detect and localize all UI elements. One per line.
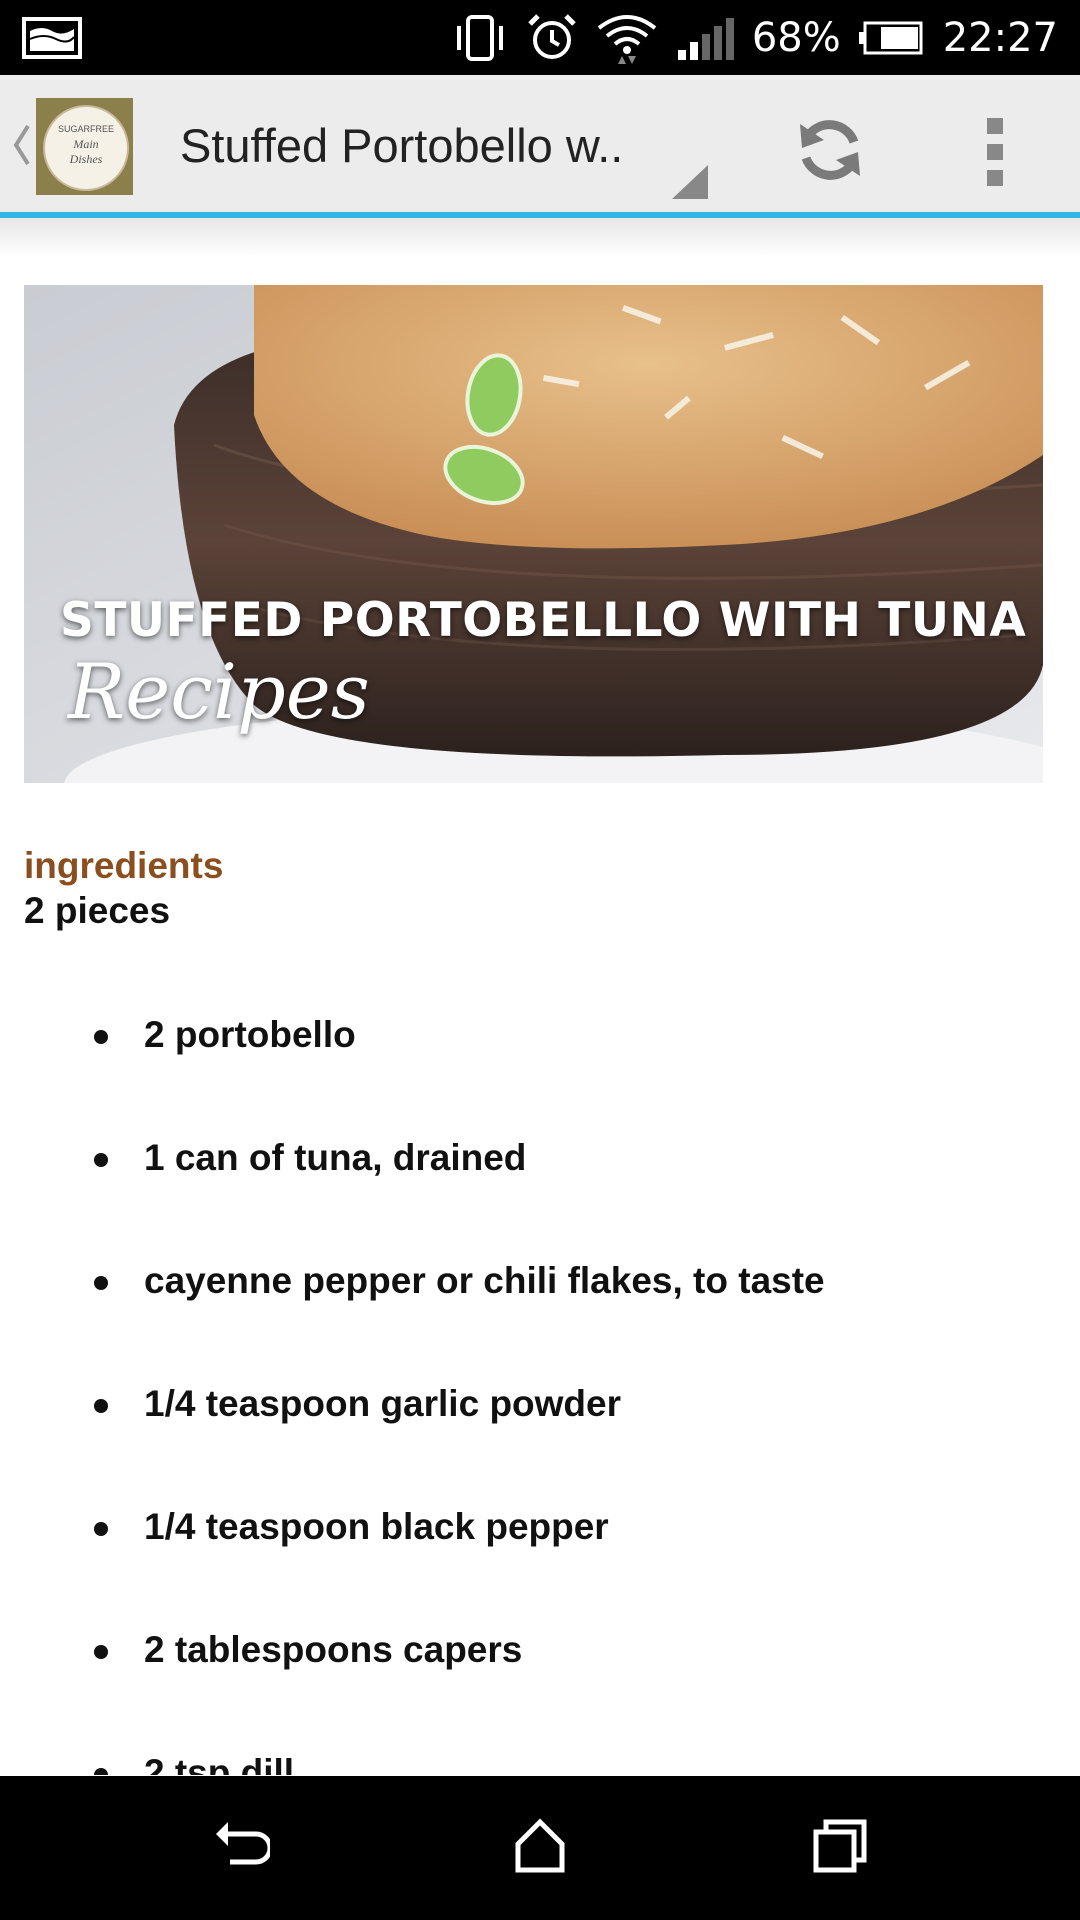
alarm-icon	[526, 12, 578, 64]
bullet-icon	[94, 1030, 108, 1044]
ingredient-item: 1 can of tuna, drained	[0, 1123, 1080, 1246]
bullet-icon	[94, 1276, 108, 1290]
action-bar-shadow	[0, 218, 1080, 258]
bullet-icon	[94, 1153, 108, 1167]
ingredient-text: cayenne pepper or chili flakes, to taste	[144, 1260, 825, 1301]
home-button[interactable]	[480, 1798, 600, 1898]
logo-text: SUGARFREE	[58, 124, 114, 134]
ingredient-item: cayenne pepper or chili flakes, to taste	[0, 1246, 1080, 1369]
navigation-bar	[0, 1776, 1080, 1920]
ingredient-text: 2 portobello	[144, 1014, 356, 1055]
signal-icon	[676, 16, 734, 60]
back-icon	[210, 1816, 273, 1881]
wifi-icon	[596, 12, 658, 64]
ingredient-text: 1/4 teaspoon black pepper	[144, 1506, 609, 1547]
ingredient-text: 2 tablespoons capers	[144, 1629, 523, 1670]
home-icon	[510, 1816, 570, 1881]
ingredient-text: 1 can of tuna, drained	[144, 1137, 527, 1178]
bullet-icon	[94, 1522, 108, 1536]
page-title[interactable]: Stuffed Portobello w..	[180, 118, 650, 173]
ingredient-item: 2 portobello	[0, 1000, 1080, 1123]
back-button[interactable]	[180, 1798, 300, 1898]
ingredient-text: 1/4 teaspoon garlic powder	[144, 1383, 622, 1424]
battery-percent: 68%	[751, 14, 841, 61]
ingredient-text: 2 tsp dill	[144, 1752, 295, 1775]
bullet-icon	[94, 1399, 108, 1413]
up-caret-icon[interactable]	[10, 120, 32, 170]
logo-text: Dishes	[69, 152, 103, 166]
hero-title: STUFFED PORTOBELLLO WITH TUNA	[60, 593, 1027, 648]
refresh-icon	[794, 114, 866, 191]
status-bar: 68% 22:27	[0, 0, 1080, 75]
bullet-icon	[94, 1645, 108, 1659]
overflow-menu-icon[interactable]	[970, 102, 1020, 202]
hero-subtitle: Recipes	[68, 647, 370, 736]
app-logo[interactable]: SUGARFREE Main Dishes	[36, 98, 133, 195]
ingredient-item: 1/4 teaspoon garlic powder	[0, 1369, 1080, 1492]
servings-text: 2 pieces	[24, 890, 171, 931]
logo-text: Main	[72, 137, 98, 151]
gallery-notification-icon	[22, 17, 82, 64]
ingredients-heading: ingredients	[24, 845, 224, 886]
bullet-icon	[94, 1768, 108, 1775]
recent-apps-button[interactable]	[780, 1798, 900, 1898]
recipe-hero-image: STUFFED PORTOBELLLO WITH TUNA Recipes	[24, 285, 1043, 783]
spinner-dropdown-icon[interactable]	[670, 165, 710, 201]
battery-icon	[858, 20, 925, 56]
ingredient-item: 2 tablespoons capers	[0, 1615, 1080, 1738]
vibrate-icon	[452, 14, 508, 62]
refresh-button[interactable]	[780, 102, 880, 202]
recent-apps-icon	[810, 1816, 870, 1881]
ingredient-item: 2 tsp dill	[0, 1738, 1080, 1775]
ingredients-list: 2 portobello 1 can of tuna, drained caye…	[0, 1000, 1080, 1775]
clock: 22:27	[942, 14, 1058, 61]
ingredient-item: 1/4 teaspoon black pepper	[0, 1492, 1080, 1615]
